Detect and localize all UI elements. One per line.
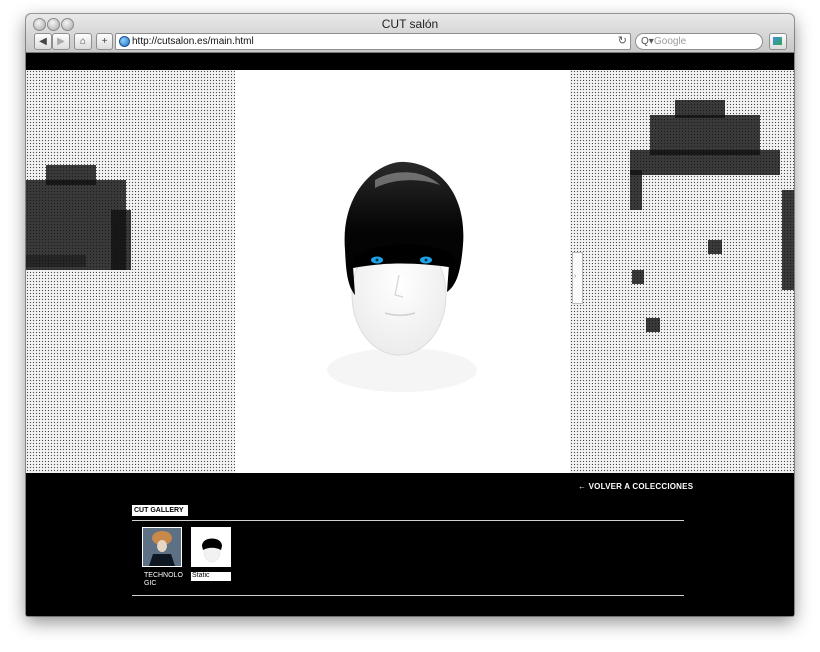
previous-image-panel[interactable] — [26, 70, 235, 473]
pixel-block — [708, 240, 722, 254]
bookmarks-icon — [773, 37, 782, 45]
globe-icon — [119, 36, 130, 47]
static-thumbnail-image — [192, 528, 230, 566]
url-text: http://cutsalon.es/main.html — [132, 36, 254, 47]
pixel-block — [26, 255, 86, 267]
home-button[interactable]: ⌂ — [74, 33, 92, 50]
add-tab-icon: + — [101, 36, 108, 47]
forward-icon: ▶ — [57, 36, 65, 47]
pixel-block — [650, 115, 760, 155]
address-bar[interactable]: http://cutsalon.es/main.html ↻ — [115, 33, 631, 50]
divider — [132, 520, 684, 521]
gallery-title: CUT GALLERY — [132, 505, 188, 516]
page-viewport: › ← VOLVER A COLECCIONES CUT GALLERY TEC… — [26, 53, 794, 616]
pixel-block — [111, 210, 131, 270]
pixel-block — [782, 190, 794, 290]
pixel-block — [46, 165, 96, 185]
pixel-block — [630, 170, 642, 210]
thumbnail-label-static: Static — [191, 572, 231, 581]
bookmarks-button[interactable] — [769, 33, 787, 50]
home-icon: ⌂ — [79, 36, 87, 47]
thumbnail-technologic[interactable] — [142, 527, 182, 567]
model-portrait-image — [327, 161, 477, 392]
divider — [132, 595, 684, 596]
reload-icon[interactable]: ↻ — [618, 34, 627, 49]
back-icon: ◀ — [39, 36, 47, 47]
forward-button[interactable]: ▶ — [52, 33, 70, 50]
title-bar: CUT salón ◀ ▶ ⌂ + http://cutsalon.es/mai… — [26, 14, 794, 53]
thumbnail-label-technologic: TECHNOLO GIC — [144, 572, 183, 587]
search-icon: Q▾ — [641, 36, 654, 47]
add-bookmark-button[interactable]: + — [96, 33, 113, 50]
technologic-thumbnail-image — [143, 528, 181, 566]
chevron-right-icon: › — [574, 273, 577, 280]
search-placeholder: Google — [654, 36, 687, 47]
search-field[interactable]: Q▾ Google — [635, 33, 763, 50]
next-image-panel[interactable] — [570, 70, 794, 473]
thumbnail-static[interactable] — [191, 527, 231, 567]
back-button[interactable]: ◀ — [34, 33, 52, 50]
window-title: CUT salón — [381, 17, 439, 31]
pixel-block — [632, 270, 644, 284]
back-to-collections-link[interactable]: ← VOLVER A COLECCIONES — [578, 482, 693, 491]
browser-window: CUT salón ◀ ▶ ⌂ + http://cutsalon.es/mai… — [26, 14, 794, 616]
next-image-tab[interactable]: › — [572, 252, 583, 304]
pixel-block — [646, 318, 660, 332]
pixel-block — [675, 100, 725, 118]
featured-haircut-photo — [235, 70, 570, 473]
